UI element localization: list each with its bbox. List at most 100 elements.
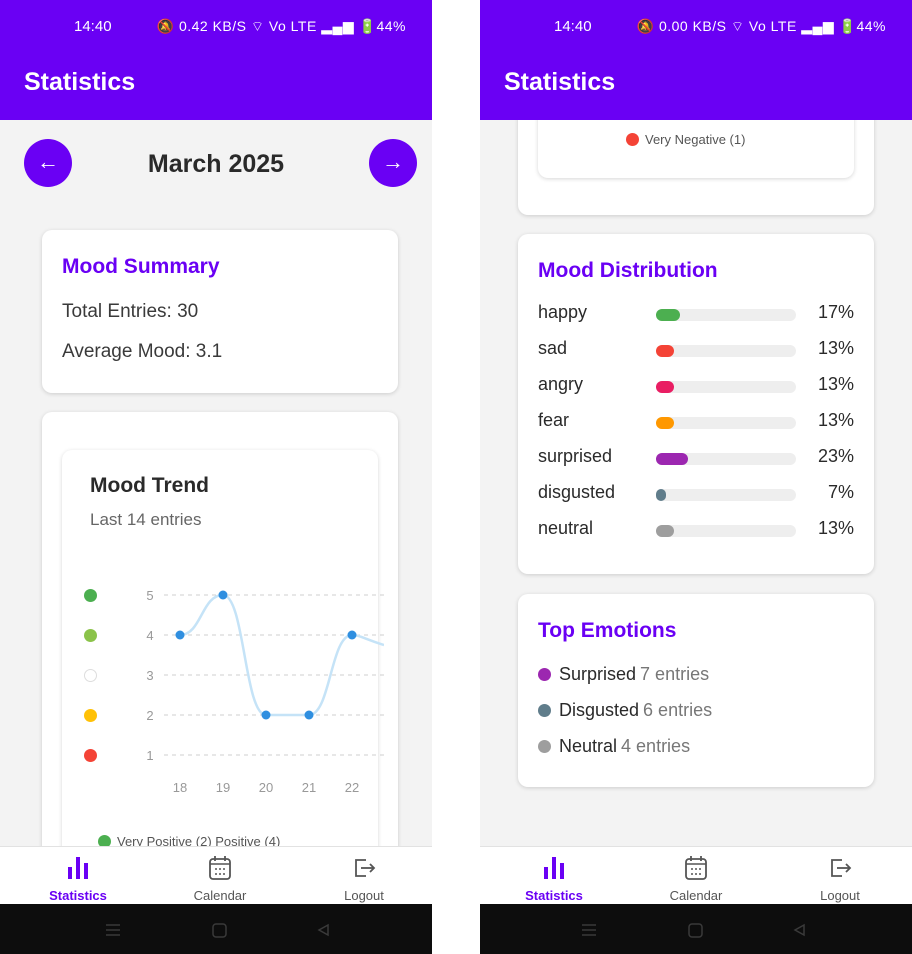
x-tick-label: 18 bbox=[173, 780, 187, 795]
status-icons: 🔕 0.00 KB/S ⌔ Vo LTE ▂▄▆ 🔋44% bbox=[636, 18, 886, 34]
nav-statistics-label: Statistics bbox=[525, 888, 583, 903]
top-emotion-item: Disgusted 6 entries bbox=[538, 700, 712, 721]
distribution-bar-fill bbox=[656, 381, 675, 393]
data-point bbox=[347, 630, 357, 640]
bottom-navigation: Statistics Calendar Logout bbox=[0, 846, 432, 904]
distribution-percent: 7% bbox=[827, 482, 854, 502]
app-bar: 14:40 🔕 0.42 KB/S ⌔ Vo LTE ▂▄▆ 🔋44% Stat… bbox=[0, 0, 432, 120]
system-navigation-bar bbox=[0, 904, 432, 954]
distribution-label-neutral: neutral bbox=[538, 518, 594, 538]
distribution-label-happy: happy bbox=[538, 302, 588, 322]
emotion-dot-icon bbox=[538, 704, 551, 717]
system-nav-icons bbox=[106, 923, 329, 938]
mood-distribution-card: Mood Distribution happy 17% sad 13% angry 13%… bbox=[518, 234, 874, 574]
bar-chart-icon bbox=[68, 857, 88, 879]
emotion-dot-icon bbox=[538, 740, 551, 753]
top-emotion-item: Surprised 7 entries bbox=[538, 664, 709, 685]
arrow-left-icon: ← bbox=[37, 149, 59, 174]
emotion-count: 6 entries bbox=[643, 700, 713, 720]
mood-scale-dot bbox=[84, 629, 97, 642]
nav-logout[interactable]: Logout bbox=[790, 847, 890, 905]
emotion-label: Disgusted bbox=[559, 700, 640, 720]
top-emotions-title: Top Emotions bbox=[538, 619, 677, 642]
calendar-icon bbox=[209, 856, 231, 880]
distribution-label-angry: angry bbox=[538, 374, 584, 394]
emotion-count: 7 entries bbox=[640, 664, 710, 684]
right-screen: Very Negative (1) 14:40 🔕 0.00 KB/S ⌔ Vo… bbox=[480, 0, 912, 954]
system-nav-icons bbox=[582, 923, 805, 938]
next-month-button[interactable]: → bbox=[369, 139, 417, 187]
top-emotions-card: Top Emotions Surprised 7 entries Disgusted… bbox=[518, 594, 874, 787]
previous-month-button[interactable]: ← bbox=[24, 139, 72, 187]
data-point bbox=[261, 710, 271, 720]
menu-icon bbox=[106, 924, 120, 936]
distribution-bar-fill bbox=[656, 345, 675, 357]
top-emotion-item: Neutral 4 entries bbox=[538, 736, 690, 757]
nav-logout-label: Logout bbox=[820, 888, 860, 903]
nav-statistics[interactable]: Statistics bbox=[504, 847, 604, 905]
mood-scale-dot bbox=[84, 709, 97, 722]
mood-summary-title: Mood Summary bbox=[62, 255, 220, 278]
distribution-bar-fill bbox=[656, 417, 675, 429]
distribution-bar-track bbox=[656, 381, 796, 393]
distribution-bar-fill bbox=[656, 453, 689, 465]
status-icons: 🔕 0.42 KB/S ⌔ Vo LTE ▂▄▆ 🔋44% bbox=[156, 18, 406, 34]
distribution-label-disgusted: disgusted bbox=[538, 482, 616, 502]
status-time: 14:40 bbox=[554, 18, 592, 35]
app-bar: 14:40 🔕 0.00 KB/S ⌔ Vo LTE ▂▄▆ 🔋44% Stat… bbox=[480, 0, 912, 120]
nav-statistics[interactable]: Statistics bbox=[28, 847, 128, 905]
y-tick-label: 3 bbox=[146, 668, 153, 683]
distribution-bar-fill bbox=[656, 525, 675, 537]
home-icon bbox=[212, 923, 227, 938]
distribution-bar-track bbox=[656, 489, 796, 501]
data-point bbox=[218, 590, 228, 600]
y-tick-label: 2 bbox=[146, 708, 153, 723]
data-point bbox=[304, 710, 314, 720]
nav-calendar[interactable]: Calendar bbox=[170, 847, 270, 905]
menu-icon bbox=[582, 924, 596, 936]
distribution-label-surprised: surprised bbox=[538, 446, 613, 466]
bottom-navigation: Statistics Calendar Logout bbox=[480, 846, 912, 904]
distribution-percent: 13% bbox=[817, 410, 854, 430]
mood-trend-title: Mood Trend bbox=[90, 474, 209, 497]
page-title: Statistics bbox=[504, 68, 616, 96]
bar-chart-icon bbox=[544, 857, 564, 879]
distribution-bar-track bbox=[656, 309, 796, 321]
x-tick-label: 19 bbox=[216, 780, 230, 795]
mood-distribution-title: Mood Distribution bbox=[538, 259, 718, 282]
trend-line bbox=[179, 593, 384, 717]
mood-trend-subtitle: Last 14 entries bbox=[90, 510, 202, 529]
status-time: 14:40 bbox=[74, 18, 112, 35]
legend-very-negative: Very Negative (1) bbox=[626, 132, 745, 147]
distribution-label-fear: fear bbox=[538, 410, 570, 430]
distribution-bar-track bbox=[656, 417, 796, 429]
logout-icon bbox=[831, 859, 852, 877]
distribution-bar-fill bbox=[656, 489, 666, 501]
emotion-label: Surprised bbox=[559, 664, 637, 684]
nav-calendar-label: Calendar bbox=[193, 888, 247, 903]
y-tick-label: 5 bbox=[146, 588, 153, 603]
distribution-percent: 13% bbox=[817, 338, 854, 358]
mood-scale-dot bbox=[84, 589, 97, 602]
mood-scale-dot bbox=[84, 749, 97, 762]
arrow-right-icon: → bbox=[382, 149, 404, 174]
left-screen: 14:40 🔕 0.42 KB/S ⌔ Vo LTE ▂▄▆ 🔋44% Stat… bbox=[0, 0, 432, 954]
x-tick-label: 21 bbox=[302, 780, 316, 795]
mood-trend-outer-card: Mood Trend Last 14 entries 5 4 3 2 1 18 19 20 21… bbox=[42, 412, 398, 882]
mood-trend-chart: 5432118 19 20 21 22 bbox=[146, 588, 384, 795]
home-icon bbox=[688, 923, 703, 938]
mood-summary-card: Mood Summary Total Entries: 30 Average M… bbox=[42, 230, 398, 393]
emotion-dot-icon bbox=[538, 668, 551, 681]
nav-logout[interactable]: Logout bbox=[314, 847, 414, 905]
month-title: March 2025 bbox=[147, 150, 285, 178]
system-navigation-bar bbox=[480, 904, 912, 954]
total-entries: Total Entries: 30 bbox=[62, 301, 199, 322]
emotion-count: 4 entries bbox=[621, 736, 691, 756]
nav-statistics-label: Statistics bbox=[49, 888, 107, 903]
nav-calendar[interactable]: Calendar bbox=[646, 847, 746, 905]
distribution-label-sad: sad bbox=[538, 338, 568, 358]
x-tick-label: 20 bbox=[259, 780, 273, 795]
mood-scale-dot bbox=[84, 669, 97, 682]
distribution-bar-track bbox=[656, 345, 796, 357]
y-tick-label: 4 bbox=[146, 628, 153, 643]
